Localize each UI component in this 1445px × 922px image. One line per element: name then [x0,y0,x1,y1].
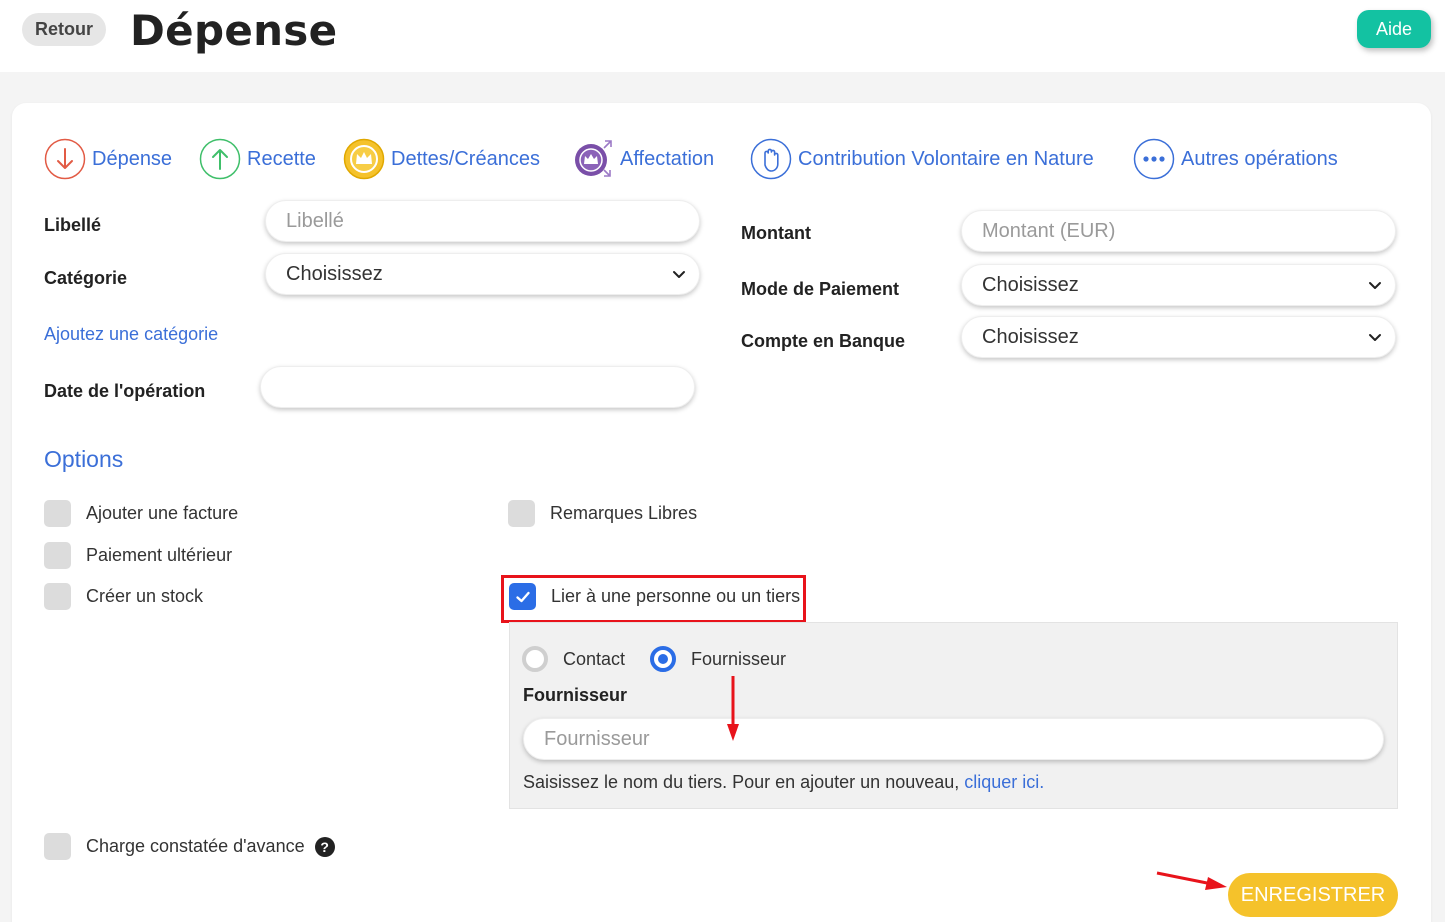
ajouter-facture-checkbox[interactable] [44,500,71,527]
mode-paiement-label: Mode de Paiement [741,279,900,299]
charge-constatee-label: Charge constatée d'avance [86,836,305,856]
libelle-placeholder: Libellé [286,209,344,232]
compte-value: Choisissez [982,325,1079,348]
page-title: Dépense [130,6,338,55]
mode-paiement-select[interactable]: Choisissez [961,264,1396,306]
creer-stock-label: Créer un stock [86,586,204,606]
save-button[interactable]: ENREGISTRER [1228,873,1398,917]
fournisseur-option[interactable]: Fournisseur [650,646,786,672]
ajouter-facture-option[interactable]: Ajouter une facture [44,500,238,527]
tab-affectation[interactable]: Affectation [572,137,714,181]
tiers-help-text: Saisissez le nom du tiers. Pour en ajout… [523,772,1044,793]
tab-contribution[interactable]: Contribution Volontaire en Nature [750,137,1094,181]
remarques-libres-checkbox[interactable] [508,500,535,527]
categorie-select[interactable]: Choisissez [265,253,700,295]
mode-paiement-value: Choisissez [982,273,1079,296]
lier-tiers-label: Lier à une personne ou un tiers [551,586,801,606]
chevron-down-icon [1369,334,1381,341]
contact-label: Contact [563,648,626,669]
arrow-down-icon [44,138,86,180]
crown-transfer-icon [572,138,614,180]
options-title: Options [44,446,124,472]
categorie-label: Catégorie [44,268,128,288]
back-button[interactable]: Retour [22,13,106,46]
chevron-down-icon [1369,282,1381,289]
arrow-up-icon [199,138,241,180]
contact-option[interactable]: Contact [522,646,625,672]
add-tiers-link[interactable]: cliquer ici. [964,772,1044,792]
creer-stock-option[interactable]: Créer un stock [44,583,203,610]
charge-constatee-checkbox[interactable] [44,833,71,860]
paiement-ulterieur-option[interactable]: Paiement ultérieur [44,542,232,569]
paiement-ulterieur-label: Paiement ultérieur [86,545,233,565]
crown-icon [343,138,385,180]
lier-tiers-checkbox[interactable] [509,583,536,610]
charge-constatee-option[interactable]: Charge constatée d'avance ? [44,833,335,860]
more-dots-icon [1133,138,1175,180]
compte-select[interactable]: Choisissez [961,316,1396,358]
fournisseur-label: Fournisseur [691,648,787,669]
montant-label: Montant [741,223,811,243]
montant-placeholder: Montant (EUR) [982,219,1116,242]
tab-dettes-creances[interactable]: Dettes/Créances [343,137,540,181]
paiement-ulterieur-checkbox[interactable] [44,542,71,569]
fournisseur-radio[interactable] [650,646,676,672]
contact-radio[interactable] [522,646,548,672]
libelle-input[interactable]: Libellé [265,200,700,242]
creer-stock-checkbox[interactable] [44,583,71,610]
help-button[interactable]: Aide [1357,10,1431,48]
chevron-down-icon [673,271,685,278]
question-icon[interactable]: ? [314,836,335,857]
tab-label: Dettes/Créances [391,147,540,170]
tab-label: Autres opérations [1181,147,1338,170]
remarques-libres-option[interactable]: Remarques Libres [508,500,697,527]
tab-autres-operations[interactable]: Autres opérations [1133,137,1338,181]
remarques-libres-label: Remarques Libres [550,503,698,523]
tab-label: Recette [247,147,316,170]
compte-label: Compte en Banque [741,331,906,351]
fournisseur-field-label: Fournisseur [523,685,628,705]
fournisseur-input[interactable]: Fournisseur [523,718,1384,760]
fournisseur-placeholder: Fournisseur [544,727,650,750]
tab-label: Affectation [620,147,715,170]
tab-recette[interactable]: Recette [199,137,316,181]
ajouter-facture-label: Ajouter une facture [86,503,239,523]
categorie-value: Choisissez [286,262,383,285]
tiers-help-prefix: Saisissez le nom du tiers. Pour en ajout… [523,772,965,792]
libelle-label: Libellé [44,215,102,235]
tab-depense[interactable]: Dépense [44,137,172,181]
hand-icon [750,138,792,180]
tab-label: Dépense [92,147,173,170]
date-label: Date de l'opération [44,381,206,401]
top-bar: Retour Dépense Aide [0,0,1445,72]
montant-input[interactable]: Montant (EUR) [961,210,1396,252]
add-category-link[interactable]: Ajoutez une catégorie [44,324,218,345]
lier-tiers-option[interactable]: Lier à une personne ou un tiers [509,583,800,610]
checkmark-icon [515,591,530,602]
tab-label: Contribution Volontaire en Nature [798,147,1094,170]
date-input[interactable] [260,366,695,408]
